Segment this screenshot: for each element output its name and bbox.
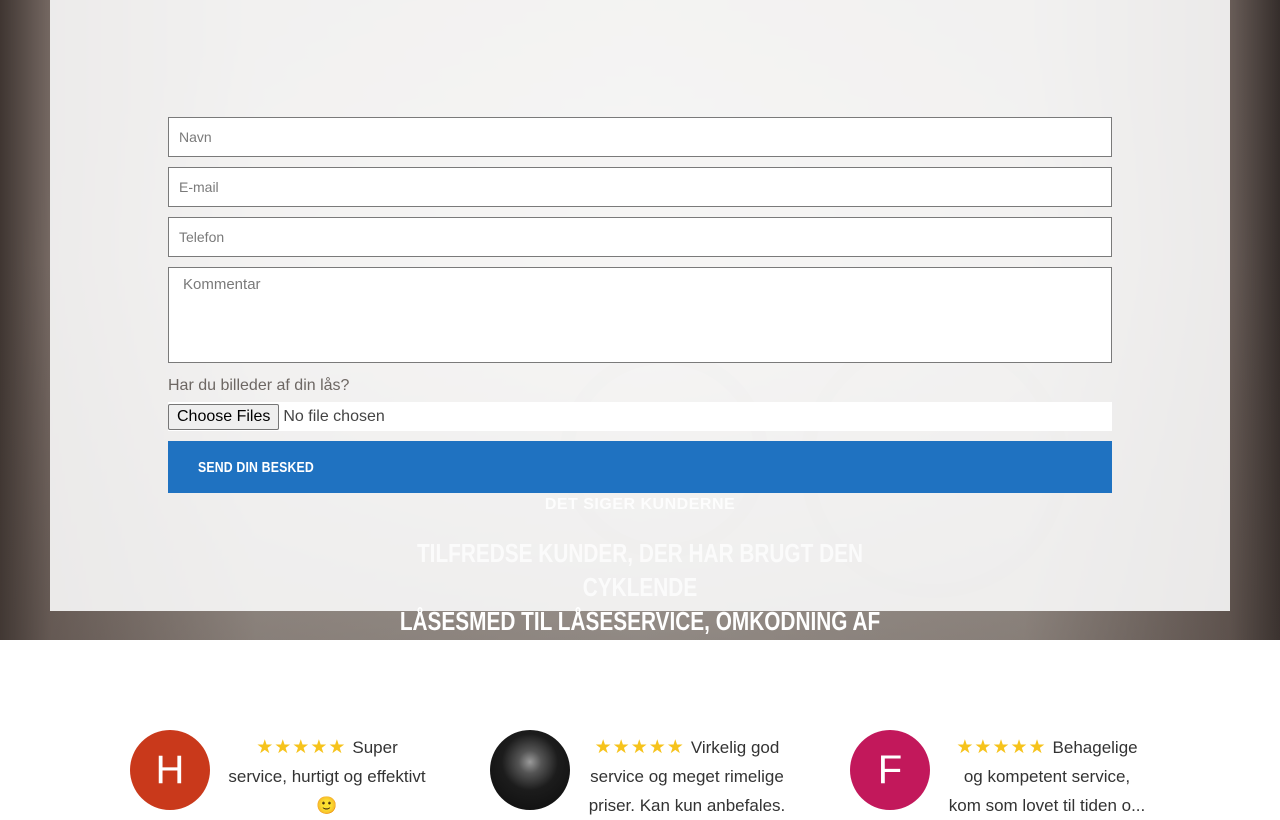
avatar-initial: H <box>155 747 185 792</box>
name-input[interactable]: Navn <box>168 117 1112 157</box>
testimonials-eyebrow: Det siger kunderne <box>544 496 736 513</box>
review-line: service, hurtigt og effektivt <box>228 767 426 786</box>
file-upload-label: Har du billeder af din lås? <box>168 377 350 394</box>
send-message-button[interactable]: Send din besked <box>168 441 1112 493</box>
review-line: Super <box>352 738 398 757</box>
review-text: ★★★★★ Virkelig god service og meget rimel… <box>582 733 792 820</box>
file-status-text: No file chosen <box>283 407 385 425</box>
star-rating-icon: ★★★★★ <box>594 737 685 758</box>
review-line: priser. Kan kun anbefales. <box>588 796 786 815</box>
avatar <box>490 730 570 810</box>
headline-line: Tilfredse kunder, der har brugt den cykl… <box>416 538 864 602</box>
headline-line: låsesmed til låseservice, omkodning af l… <box>399 606 881 670</box>
review-line: 🙂 <box>316 796 338 815</box>
review-line: kom som lovet til tiden o... <box>948 796 1146 815</box>
review-line: Virkelig god <box>690 738 780 757</box>
headline-line: låsesystem og meget mere <box>477 674 803 704</box>
review-text: ★★★★★ Super service, hurtigt og effektivt… <box>222 733 432 820</box>
send-message-label: Send din besked <box>198 458 314 476</box>
testimonials-headline: Tilfredse kunder, der har brugt den cykl… <box>390 536 890 706</box>
review-line: Behagelige <box>1052 738 1138 757</box>
file-upload-field: Choose Files No file chosen <box>168 402 1112 431</box>
email-input[interactable]: E-mail <box>168 167 1112 207</box>
avatar: H <box>130 730 210 810</box>
star-rating-icon: ★★★★★ <box>256 737 347 758</box>
avatar-initial: F <box>877 747 903 792</box>
name-placeholder: Navn <box>179 129 212 145</box>
review-line: og kompetent service, <box>963 767 1131 786</box>
phone-input[interactable]: Telefon <box>168 217 1112 257</box>
comment-placeholder: Kommentar <box>183 276 261 293</box>
choose-files-button[interactable]: Choose Files <box>168 403 280 430</box>
phone-placeholder: Telefon <box>179 229 225 245</box>
star-rating-icon: ★★★★★ <box>956 737 1047 758</box>
avatar: F <box>850 730 930 810</box>
review-text: ★★★★★ Behagelige og kompetent service, ko… <box>942 733 1152 820</box>
review-line: service og meget rimelige <box>590 767 784 786</box>
email-placeholder: E-mail <box>179 179 219 195</box>
comment-textarea[interactable]: Kommentar <box>168 267 1112 363</box>
